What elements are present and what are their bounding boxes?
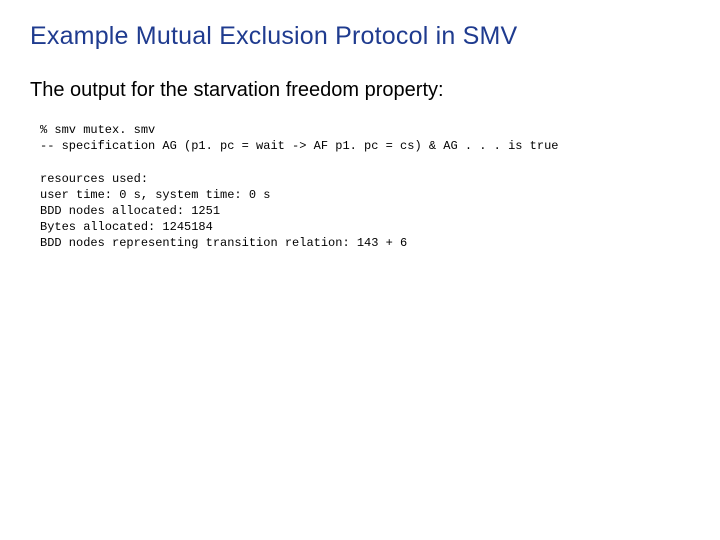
slide-title: Example Mutual Exclusion Protocol in SMV: [30, 22, 690, 51]
code-line: resources used:: [40, 172, 148, 186]
code-line: BDD nodes allocated: 1251: [40, 204, 220, 218]
code-line: user time: 0 s, system time: 0 s: [40, 188, 270, 202]
code-line: BDD nodes representing transition relati…: [40, 236, 407, 250]
slide-subtitle: The output for the starvation freedom pr…: [30, 79, 690, 102]
code-line: -- specification AG (p1. pc = wait -> AF…: [40, 139, 558, 153]
code-line: % smv mutex. smv: [40, 123, 155, 137]
code-output: % smv mutex. smv -- specification AG (p1…: [30, 122, 690, 252]
code-line: Bytes allocated: 1245184: [40, 220, 213, 234]
